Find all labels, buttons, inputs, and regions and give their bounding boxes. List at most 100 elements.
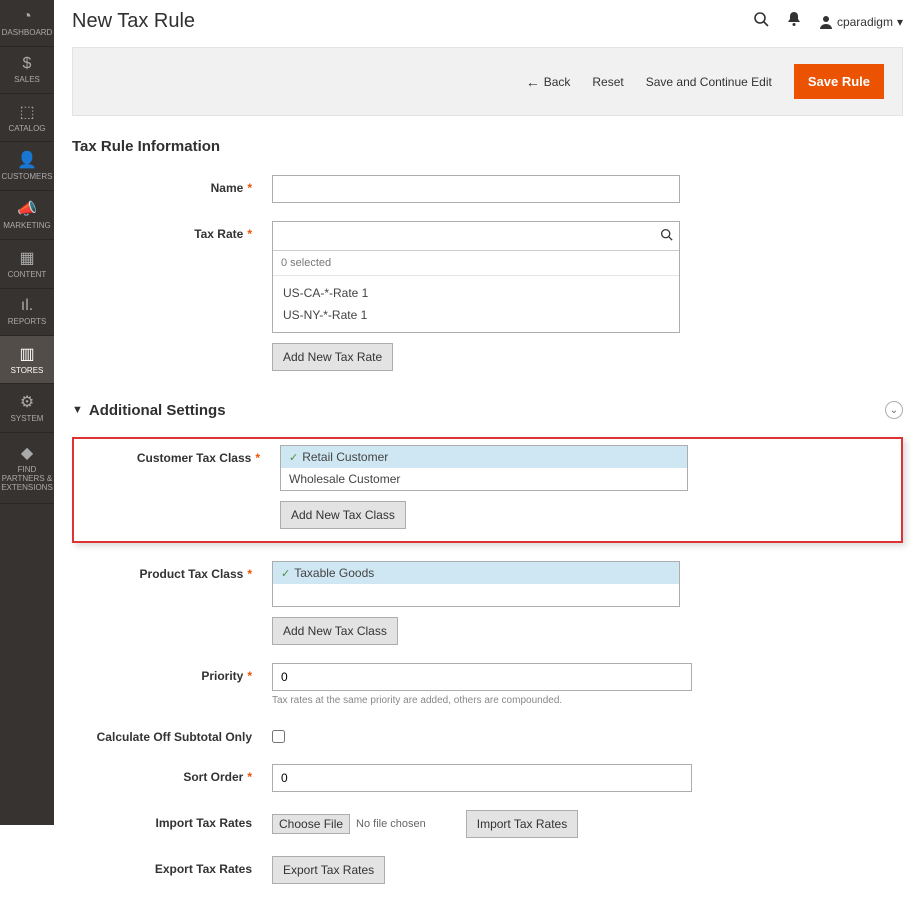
export-tax-rates-button[interactable]: Export Tax Rates <box>272 856 385 884</box>
sort-order-input[interactable] <box>272 764 692 792</box>
label-priority: Priority* <box>72 663 272 683</box>
priority-input[interactable] <box>272 663 692 691</box>
customer-tax-class-list[interactable]: ✓Retail Customer Wholesale Customer <box>280 445 688 491</box>
add-tax-rate-button[interactable]: Add New Tax Rate <box>272 343 393 371</box>
additional-settings-toggle[interactable]: ▼ Additional Settings <box>72 402 226 419</box>
collapse-icon[interactable]: ⌄ <box>885 401 903 419</box>
header-tools: cparadigm ▾ <box>753 11 903 32</box>
field-row-name: Name* <box>72 175 903 203</box>
choose-file-button[interactable]: Choose File <box>272 814 350 834</box>
sidebar-item-catalog[interactable]: ⬚ CATALOG <box>0 94 54 143</box>
field-row-tax-rate: Tax Rate* 0 selected US-CA-*-Rate 1 US-N… <box>72 221 903 371</box>
additional-settings-title: Additional Settings <box>89 402 226 419</box>
back-label: Back <box>544 75 571 89</box>
reports-icon: ıl. <box>21 297 33 315</box>
main-content: New Tax Rule cparadigm ▾ ← Back Reset Sa… <box>54 0 921 922</box>
field-row-import: Import Tax Rates Choose File No file cho… <box>72 810 903 838</box>
section-title-info: Tax Rule Information <box>72 138 903 155</box>
label-tax-rate: Tax Rate* <box>72 221 272 241</box>
label-name: Name* <box>72 175 272 195</box>
label-import: Import Tax Rates <box>72 810 272 830</box>
sidebar-item-content[interactable]: ▦ CONTENT <box>0 240 54 289</box>
sidebar-item-partners[interactable]: ◆ FIND PARTNERS & EXTENSIONS <box>0 433 54 503</box>
label-calc-off: Calculate Off Subtotal Only <box>72 724 272 744</box>
sidebar-item-label: STORES <box>11 367 44 376</box>
label-export: Export Tax Rates <box>72 856 272 876</box>
additional-settings-header: ▼ Additional Settings ⌄ <box>72 401 903 419</box>
sidebar-item-label: SYSTEM <box>11 415 44 424</box>
sidebar-item-label: SALES <box>14 76 40 85</box>
sidebar-item-label: CATALOG <box>8 125 45 134</box>
save-rule-button[interactable]: Save Rule <box>794 64 884 99</box>
product-tax-class-option[interactable]: ✓Taxable Goods <box>273 562 679 584</box>
tax-rate-search <box>273 222 679 251</box>
sidebar-item-label: MARKETING <box>3 222 51 231</box>
sidebar-item-label: CONTENT <box>8 271 47 280</box>
sidebar-item-reports[interactable]: ıl. REPORTS <box>0 289 54 336</box>
user-name: cparadigm <box>837 15 893 29</box>
action-bar: ← Back Reset Save and Continue Edit Save… <box>72 47 903 116</box>
field-row-sort-order: Sort Order* <box>72 764 903 792</box>
label-sort-order: Sort Order* <box>72 764 272 784</box>
field-row-product-tax-class: Product Tax Class* ✓Taxable Goods Add Ne… <box>72 561 903 645</box>
customer-tax-class-option[interactable]: ✓Retail Customer <box>281 446 687 468</box>
sidebar-item-marketing[interactable]: 📣 MARKETING <box>0 191 54 240</box>
tax-rate-option[interactable]: US-NY-*-Rate 1 <box>281 304 671 326</box>
page-title: New Tax Rule <box>72 10 195 33</box>
customers-icon: 👤 <box>17 150 37 170</box>
name-input[interactable] <box>272 175 680 203</box>
catalog-icon: ⬚ <box>19 102 34 122</box>
admin-sidebar: ◔ DASHBOARD $ SALES ⬚ CATALOG 👤 CUSTOMER… <box>0 0 54 825</box>
search-icon[interactable] <box>753 11 769 32</box>
reset-button[interactable]: Reset <box>592 75 623 89</box>
tax-rate-selected-count: 0 selected <box>273 251 679 276</box>
sidebar-item-customers[interactable]: 👤 CUSTOMERS <box>0 142 54 191</box>
tax-rate-option[interactable]: US-CA-*-Rate 1 <box>281 282 671 304</box>
system-icon: ⚙ <box>20 392 34 412</box>
field-row-customer-tax-class: Customer Tax Class* ✓Retail Customer Who… <box>80 445 895 529</box>
label-product-tax-class: Product Tax Class* <box>72 561 272 581</box>
no-file-text: No file chosen <box>356 818 426 830</box>
sidebar-item-label: CUSTOMERS <box>2 173 53 182</box>
priority-note: Tax rates at the same priority are added… <box>272 695 692 706</box>
tax-rate-multiselect[interactable]: 0 selected US-CA-*-Rate 1 US-NY-*-Rate 1 <box>272 221 680 333</box>
page-header: New Tax Rule cparadigm ▾ <box>72 0 903 47</box>
sidebar-item-label: DASHBOARD <box>2 29 53 38</box>
chevron-down-icon: ▾ <box>897 15 903 29</box>
sidebar-item-label: FIND PARTNERS & EXTENSIONS <box>1 466 53 492</box>
user-menu[interactable]: cparadigm ▾ <box>819 15 903 29</box>
sidebar-item-dashboard[interactable]: ◔ DASHBOARD <box>0 0 54 47</box>
sidebar-item-stores[interactable]: ▥ STORES <box>0 336 54 385</box>
arrow-left-icon: ← <box>526 74 540 90</box>
add-product-tax-class-button[interactable]: Add New Tax Class <box>272 617 398 645</box>
back-button[interactable]: ← Back <box>526 74 571 90</box>
dashboard-icon: ◔ <box>22 8 32 26</box>
tax-rate-options: US-CA-*-Rate 1 US-NY-*-Rate 1 <box>273 276 679 332</box>
marketing-icon: 📣 <box>17 199 37 219</box>
label-customer-tax-class: Customer Tax Class* <box>80 445 280 465</box>
import-tax-rates-button[interactable]: Import Tax Rates <box>466 810 578 838</box>
notifications-icon[interactable] <box>787 11 801 32</box>
caret-down-icon: ▼ <box>72 404 83 416</box>
sales-icon: $ <box>23 55 32 73</box>
save-continue-button[interactable]: Save and Continue Edit <box>646 75 772 89</box>
sidebar-item-label: REPORTS <box>8 318 47 327</box>
field-row-priority: Priority* Tax rates at the same priority… <box>72 663 903 706</box>
field-row-export: Export Tax Rates Export Tax Rates <box>72 856 903 884</box>
product-tax-class-list[interactable]: ✓Taxable Goods <box>272 561 680 607</box>
tax-rate-search-input[interactable] <box>279 226 660 246</box>
field-row-calc-off: Calculate Off Subtotal Only <box>72 724 903 746</box>
add-customer-tax-class-button[interactable]: Add New Tax Class <box>280 501 406 529</box>
check-icon: ✓ <box>289 452 298 464</box>
check-icon: ✓ <box>281 568 290 580</box>
calc-off-checkbox[interactable] <box>272 730 285 743</box>
stores-icon: ▥ <box>19 344 34 364</box>
customer-tax-class-option[interactable]: Wholesale Customer <box>281 468 687 490</box>
partners-icon: ◆ <box>21 443 33 463</box>
user-icon <box>819 15 833 29</box>
sidebar-item-system[interactable]: ⚙ SYSTEM <box>0 384 54 433</box>
sidebar-item-sales[interactable]: $ SALES <box>0 47 54 94</box>
content-icon: ▦ <box>19 248 34 268</box>
search-icon[interactable] <box>660 228 673 244</box>
customer-tax-class-highlight: Customer Tax Class* ✓Retail Customer Who… <box>72 437 903 543</box>
